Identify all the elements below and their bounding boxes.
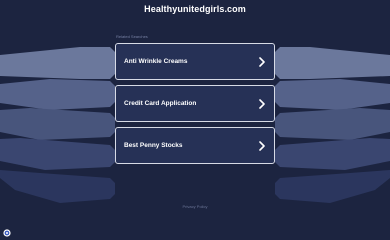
- privacy-policy-link[interactable]: Privacy Policy: [0, 204, 390, 209]
- chevron-right-icon: [259, 141, 265, 151]
- chevron-right-icon: [259, 57, 265, 67]
- related-searches-label: Related Searches: [116, 34, 148, 39]
- info-badge-icon[interactable]: [3, 229, 11, 237]
- related-search-link-anti-wrinkle-creams[interactable]: Anti Wrinkle Creams: [115, 43, 275, 80]
- related-search-link-credit-card-application[interactable]: Credit Card Application: [115, 85, 275, 122]
- related-search-link-best-penny-stocks[interactable]: Best Penny Stocks: [115, 127, 275, 164]
- related-search-label: Best Penny Stocks: [124, 142, 183, 149]
- parked-domain-page: Healthyunitedgirls.com Related Searches …: [0, 0, 390, 240]
- chevron-right-icon: [259, 99, 265, 109]
- domain-title: Healthyunitedgirls.com: [144, 4, 246, 14]
- related-search-label: Credit Card Application: [124, 100, 197, 107]
- related-search-label: Anti Wrinkle Creams: [124, 58, 188, 65]
